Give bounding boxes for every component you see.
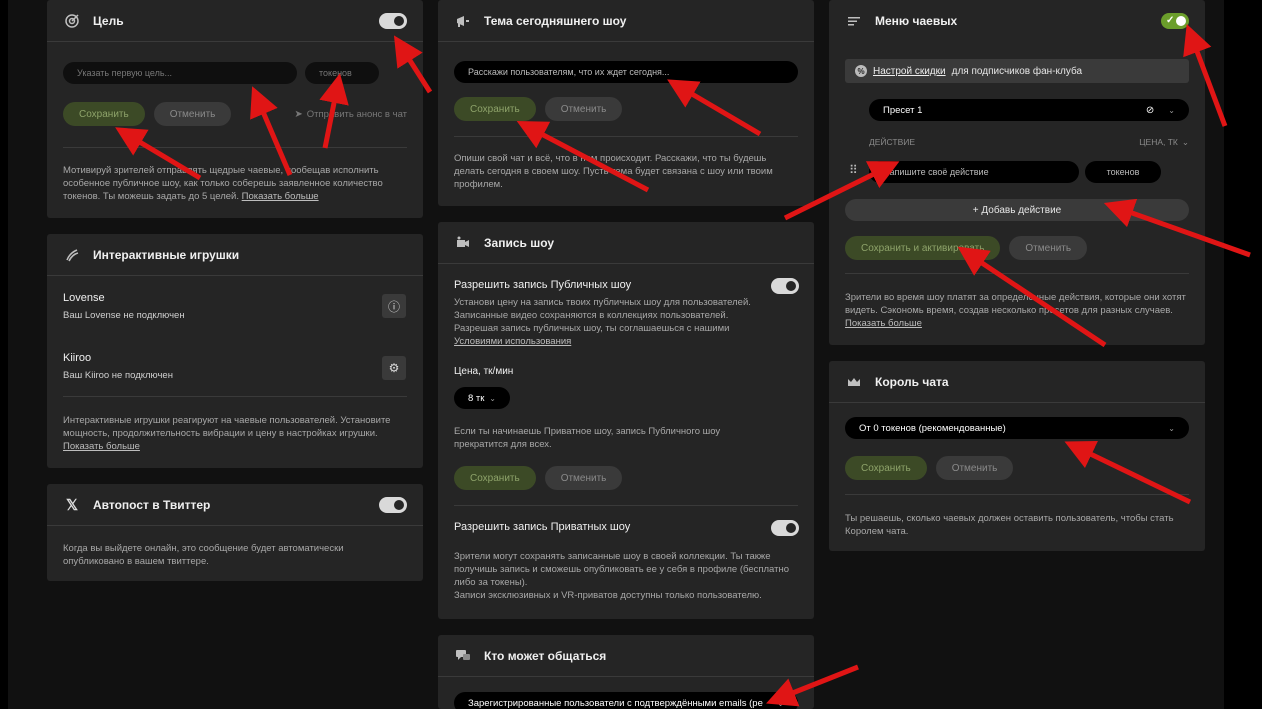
chevron-down-icon: ⌄ [489, 393, 496, 403]
discount-bar: % Настрой скидки для подписчиков фан-клу… [845, 59, 1189, 83]
private-record-toggle[interactable] [771, 520, 799, 536]
twitter-description: Когда вы выйдете онлайн, это сообщение б… [63, 543, 344, 567]
action-input[interactable]: Напишите своё действие [869, 161, 1079, 183]
chevron-down-icon: ⌄ [1168, 423, 1175, 433]
check-circle-icon: ⊘ [1145, 104, 1155, 116]
toy-item-kiiroo: Kiiroo Ваш Kiiroo не подключен [63, 352, 173, 381]
goal-card: Цель Указать первую цель... токенов Сохр… [47, 0, 423, 218]
chevron-down-icon: ⌄ [1168, 105, 1175, 115]
goal-title: Цель [93, 13, 124, 28]
preset-select[interactable]: Пресет 1 ⊘ ⌄ [869, 99, 1189, 121]
left-edge [0, 0, 8, 709]
record-cancel-button[interactable]: Отменить [544, 466, 623, 490]
tip-menu-description: Зрители во время шоу платят за определен… [845, 292, 1186, 329]
megaphone-icon [454, 12, 472, 30]
price-label: Цена, тк/мин [454, 366, 514, 377]
goal-icon [63, 12, 81, 30]
king-description: Ты решаешь, сколько чаевых должен остави… [845, 513, 1174, 537]
tip-menu-show-more-link[interactable]: Показать больше [845, 318, 922, 329]
private-record-label: Разрешить запись Приватных шоу [454, 521, 631, 533]
toys-show-more-link[interactable]: Показать больше [63, 441, 140, 452]
goal-save-button[interactable]: Сохранить [63, 102, 145, 126]
action-tokens-input[interactable]: токенов [1085, 161, 1161, 183]
discount-link[interactable]: Настрой скидки [873, 66, 946, 77]
lovense-info-button[interactable]: ⓘ [382, 294, 406, 318]
chat-bubbles-icon [454, 647, 472, 665]
topic-cancel-button[interactable]: Отменить [544, 97, 623, 121]
private-record-description: Зрители могут сохранять записанные шоу в… [454, 551, 790, 601]
tip-menu-cancel-button[interactable]: Отменить [1009, 236, 1088, 260]
check-icon: ✓ [1166, 15, 1175, 26]
send-to-chat-button[interactable]: ➤ Отправить анонс в чат [294, 109, 407, 120]
goal-show-more-link[interactable]: Показать больше [242, 191, 319, 202]
king-select[interactable]: От 0 токенов (рекомендованные) ⌄ [845, 417, 1189, 439]
toys-icon [63, 246, 81, 264]
right-edge [1224, 0, 1262, 709]
chevron-down-icon: ⌄ [1181, 137, 1189, 147]
gear-icon: ⚙ [388, 361, 400, 375]
topic-card: Тема сегодняшнего шоу Расскажи пользоват… [438, 0, 814, 206]
col-price-header[interactable]: ЦЕНА, ТК ⌄ [1139, 137, 1189, 148]
topic-title: Тема сегодняшнего шоу [484, 13, 627, 28]
goal-cancel-button[interactable]: Отменить [153, 102, 232, 126]
tip-menu-toggle[interactable]: ✓ [1161, 13, 1189, 29]
info-icon: ⓘ [387, 299, 400, 314]
record-card: Запись шоу Разрешить запись Публичных шо… [438, 222, 814, 619]
chat-who-title: Кто может общаться [484, 648, 607, 663]
king-save-button[interactable]: Сохранить [845, 456, 927, 480]
menu-lines-icon [845, 12, 863, 30]
public-record-toggle[interactable] [771, 278, 799, 294]
chevron-down-icon: ⌄ [777, 698, 784, 708]
twitter-title: Автопост в Твиттер [93, 497, 211, 512]
goal-input[interactable]: Указать первую цель... [63, 62, 297, 84]
tip-menu-card: Меню чаевых ✓ % Настрой скидки для подпи… [829, 0, 1205, 345]
public-record-label: Разрешить запись Публичных шоу [454, 279, 632, 291]
percent-icon: % [855, 65, 867, 77]
record-save-button[interactable]: Сохранить [454, 466, 536, 490]
x-twitter-icon: 𝕏 [65, 496, 79, 514]
twitter-toggle[interactable] [379, 496, 407, 513]
tip-menu-title: Меню чаевых [875, 14, 958, 28]
save-activate-button[interactable]: Сохранить и активировать [845, 236, 1001, 260]
toys-description: Интерактивные игрушки реагируют на чаевы… [63, 415, 391, 452]
goal-toggle[interactable] [379, 12, 407, 29]
king-cancel-button[interactable]: Отменить [935, 456, 1014, 480]
crown-icon [845, 373, 863, 391]
record-title: Запись шоу [484, 235, 555, 250]
topic-description: Опиши свой чат и всё, что в нем происход… [454, 153, 773, 190]
price-select[interactable]: 8 тк ⌄ [454, 387, 510, 409]
topic-input[interactable]: Расскажи пользователям, что их ждет сего… [454, 61, 798, 83]
kiiroo-settings-button[interactable]: ⚙ [382, 356, 406, 380]
public-record-description: Установи цену на запись твоих публичных … [454, 297, 751, 347]
send-icon: ➤ [294, 108, 303, 120]
chat-who-select[interactable]: Зарегистрированные пользователи с подтве… [454, 692, 798, 709]
video-camera-icon [454, 234, 472, 252]
goal-tokens-input[interactable]: токенов [305, 62, 379, 84]
toy-item-lovense: Lovense Ваш Lovense не подключен [63, 292, 185, 321]
toys-card: Интерактивные игрушки Lovense Ваш Lovens… [47, 234, 423, 468]
twitter-card: 𝕏 Автопост в Твиттер Когда вы выйдете он… [47, 484, 423, 581]
terms-link[interactable]: Условиями использования [454, 336, 571, 347]
chat-who-card: Кто может общаться Зарегистрированные по… [438, 635, 814, 709]
drag-handle-icon[interactable]: ⠿ [849, 163, 858, 177]
king-title: Король чата [875, 374, 949, 389]
king-card: Король чата От 0 токенов (рекомендованны… [829, 361, 1205, 551]
col-action-header: ДЕЙСТВИЕ [869, 137, 916, 147]
private-note: Если ты начинаешь Приватное шоу, запись … [454, 426, 721, 450]
add-action-button[interactable]: + Добавь действие [845, 199, 1189, 221]
topic-save-button[interactable]: Сохранить [454, 97, 536, 121]
toys-title: Интерактивные игрушки [93, 247, 240, 262]
goal-description: Мотивируй зрителей отправлять щедрые чае… [63, 165, 383, 202]
